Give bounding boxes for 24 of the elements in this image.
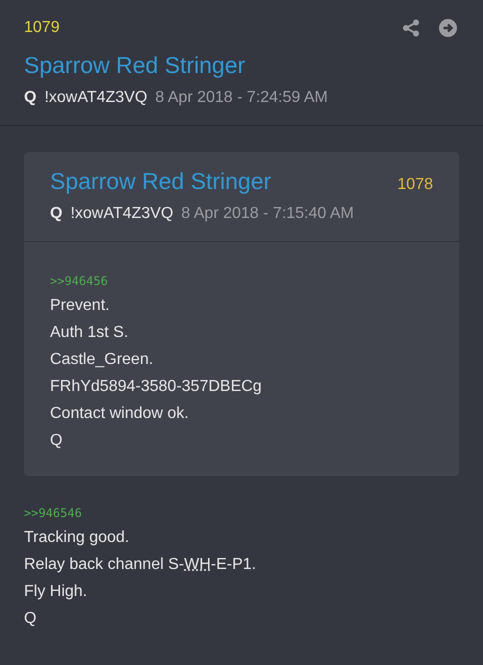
message-line: Q xyxy=(24,610,36,627)
message-line: Auth 1st S. xyxy=(50,324,128,341)
timestamp: 8 Apr 2018 - 7:15:40 AM xyxy=(181,205,354,223)
reply-link[interactable]: >>946546 xyxy=(24,506,82,520)
post-number: 1078 xyxy=(397,176,433,194)
reply-link[interactable]: >>946456 xyxy=(50,274,108,288)
author-name: Q xyxy=(50,205,62,223)
message-line: Castle_Green. xyxy=(50,351,154,368)
post-title[interactable]: Sparrow Red Stringer xyxy=(24,52,459,79)
message-line: FRhYd5894-3580-357DBECg xyxy=(50,378,262,395)
tripcode: !xowAT4Z3VQ xyxy=(44,89,148,107)
post-number: 1079 xyxy=(24,19,60,37)
message-line: Prevent. xyxy=(50,297,110,314)
message-line: Relay back channel S-WH-E-P1. xyxy=(24,556,256,573)
message-line: Fly High. xyxy=(24,583,88,600)
author-name: Q xyxy=(24,89,36,107)
tripcode: !xowAT4Z3VQ xyxy=(70,205,174,223)
post-title[interactable]: Sparrow Red Stringer xyxy=(50,168,272,195)
arrow-right-icon[interactable] xyxy=(439,19,457,37)
share-icon[interactable] xyxy=(402,19,420,37)
message-line: Q xyxy=(50,432,62,449)
message-line: Contact window ok. xyxy=(50,405,189,422)
message-line: Tracking good. xyxy=(24,529,130,546)
timestamp: 8 Apr 2018 - 7:24:59 AM xyxy=(155,89,328,107)
